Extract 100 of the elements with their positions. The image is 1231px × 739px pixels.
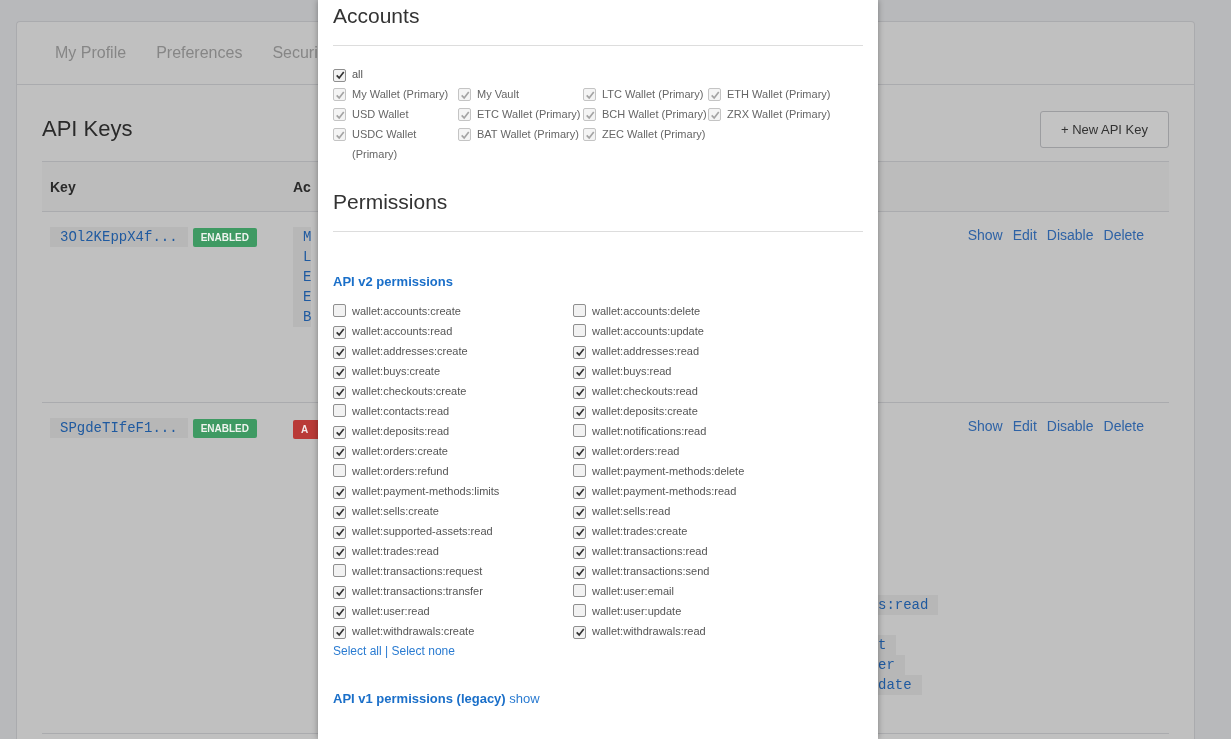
action-link[interactable]: Show — [967, 418, 1003, 434]
checkbox-label: wallet:accounts:delete — [592, 305, 701, 317]
code-text: t — [878, 635, 897, 655]
checkbox-label: wallet:accounts:read — [352, 325, 453, 337]
select-none-link[interactable]: Select none — [391, 644, 455, 658]
checkbox-label: wallet:orders:refund — [352, 465, 449, 477]
subsection-heading: API v2 permissions — [333, 273, 454, 291]
checkbox-label: LTC Wallet (Primary) — [602, 87, 704, 102]
checkbox-label: wallet:withdrawals:create — [352, 625, 475, 637]
checkbox[interactable] — [333, 325, 346, 339]
checkbox[interactable] — [333, 425, 346, 439]
select-all-link[interactable]: Select all — [333, 644, 382, 658]
checkbox-label: wallet:deposits:create — [592, 405, 698, 417]
checkbox[interactable] — [573, 405, 586, 419]
checkbox-label: wallet:addresses:read — [592, 345, 699, 357]
checkbox[interactable] — [573, 604, 586, 617]
checkbox-label: all — [352, 68, 363, 80]
checkbox-label: My Vault — [477, 87, 519, 102]
checkbox-label: wallet:checkouts:create — [352, 385, 467, 397]
checkbox[interactable] — [333, 485, 346, 499]
tab[interactable]: Securi — [272, 44, 318, 62]
code-text: B — [293, 307, 312, 327]
checkbox-label: wallet:transactions:transfer — [352, 585, 483, 597]
separator-text: | — [385, 644, 389, 658]
checkbox-label: wallet:deposits:read — [352, 425, 450, 437]
subsection-heading: API v1 permissions (legacy) — [333, 691, 506, 706]
checkbox[interactable] — [573, 625, 586, 639]
status-badge: A — [293, 420, 318, 439]
checkbox[interactable] — [333, 464, 346, 477]
checkbox-label: wallet:addresses:create — [352, 345, 468, 357]
checkbox-label: wallet:user:email — [592, 585, 674, 597]
action-link[interactable]: Edit — [1012, 227, 1037, 243]
checkbox[interactable] — [573, 584, 586, 597]
action-link[interactable]: Disable — [1046, 227, 1094, 243]
column-header: Key — [49, 178, 77, 195]
code-text: s:read — [878, 595, 939, 615]
checkbox[interactable] — [333, 625, 346, 639]
checkbox[interactable] — [573, 365, 586, 379]
checkbox-label: USDC Wallet (Primary) — [352, 127, 418, 162]
api-key-code: SPgdeTIfeF1... — [50, 418, 188, 438]
checkbox-label: ZRX Wallet (Primary) — [727, 107, 831, 122]
checkbox-label: wallet:orders:read — [592, 445, 680, 457]
code-text: E — [293, 267, 312, 287]
checkbox-label: wallet:notifications:read — [592, 425, 707, 437]
checkbox-label: wallet:orders:create — [352, 445, 448, 457]
checkbox[interactable] — [573, 445, 586, 459]
checkbox[interactable] — [573, 525, 586, 539]
action-link[interactable]: Delete — [1103, 227, 1144, 243]
checkbox-label: wallet:payment-methods:read — [592, 485, 737, 497]
show-link[interactable]: show — [509, 691, 540, 706]
checkbox[interactable] — [573, 424, 586, 437]
action-link[interactable]: Disable — [1046, 418, 1094, 434]
checkbox[interactable] — [573, 464, 586, 477]
checkbox[interactable] — [333, 545, 346, 559]
checkbox[interactable] — [573, 385, 586, 399]
checkbox[interactable] — [333, 404, 346, 417]
checkbox-label: wallet:buys:create — [352, 365, 441, 377]
checkbox[interactable] — [573, 345, 586, 359]
checkbox[interactable] — [333, 345, 346, 359]
checkbox[interactable] — [333, 68, 346, 82]
checkbox-label: wallet:trades:read — [352, 545, 439, 557]
column-header: Ac — [293, 178, 311, 195]
checkbox-label: wallet:contacts:read — [352, 405, 450, 417]
checkbox-label: wallet:payment-methods:delete — [592, 465, 745, 477]
checkbox[interactable] — [573, 324, 586, 337]
checkbox[interactable] — [573, 505, 586, 519]
checkbox[interactable] — [333, 564, 346, 577]
checkbox-label: ETC Wallet (Primary) — [477, 107, 581, 122]
tab[interactable]: Preferences — [156, 44, 243, 62]
checkbox[interactable] — [333, 605, 346, 619]
checkbox-label: wallet:transactions:request — [352, 565, 483, 577]
checkbox-label: BCH Wallet (Primary) — [602, 107, 707, 122]
action-link[interactable]: Edit — [1012, 418, 1037, 434]
checkbox[interactable] — [573, 545, 586, 559]
new-api-key-button[interactable]: + New API Key — [1039, 110, 1169, 148]
checkbox-label: ETH Wallet (Primary) — [727, 87, 831, 102]
checkbox[interactable] — [333, 505, 346, 519]
checkbox-label: wallet:sells:read — [592, 505, 671, 517]
tab[interactable]: My Profile — [55, 44, 127, 62]
checkbox[interactable] — [333, 385, 346, 399]
action-link[interactable]: Show — [967, 227, 1003, 243]
checkbox[interactable] — [573, 485, 586, 499]
checkbox[interactable] — [573, 304, 586, 317]
code-text: M — [293, 227, 312, 247]
checkbox-label: wallet:transactions:send — [592, 565, 710, 577]
checkbox[interactable] — [333, 525, 346, 539]
code-text: er — [878, 655, 905, 675]
checkbox[interactable] — [333, 585, 346, 599]
checkbox[interactable] — [333, 304, 346, 317]
code-text: E — [293, 287, 312, 307]
checkbox-label: wallet:withdrawals:read — [592, 625, 706, 637]
action-link[interactable]: Delete — [1103, 418, 1144, 434]
page-title: API Keys — [42, 115, 133, 142]
checkbox-label: wallet:accounts:update — [592, 325, 704, 337]
checkbox[interactable] — [333, 365, 346, 379]
code-text: L — [293, 247, 312, 267]
checkbox[interactable] — [333, 445, 346, 459]
checkbox-label: wallet:sells:create — [352, 505, 439, 517]
checkbox-label: wallet:buys:read — [592, 365, 672, 377]
checkbox[interactable] — [573, 565, 586, 579]
